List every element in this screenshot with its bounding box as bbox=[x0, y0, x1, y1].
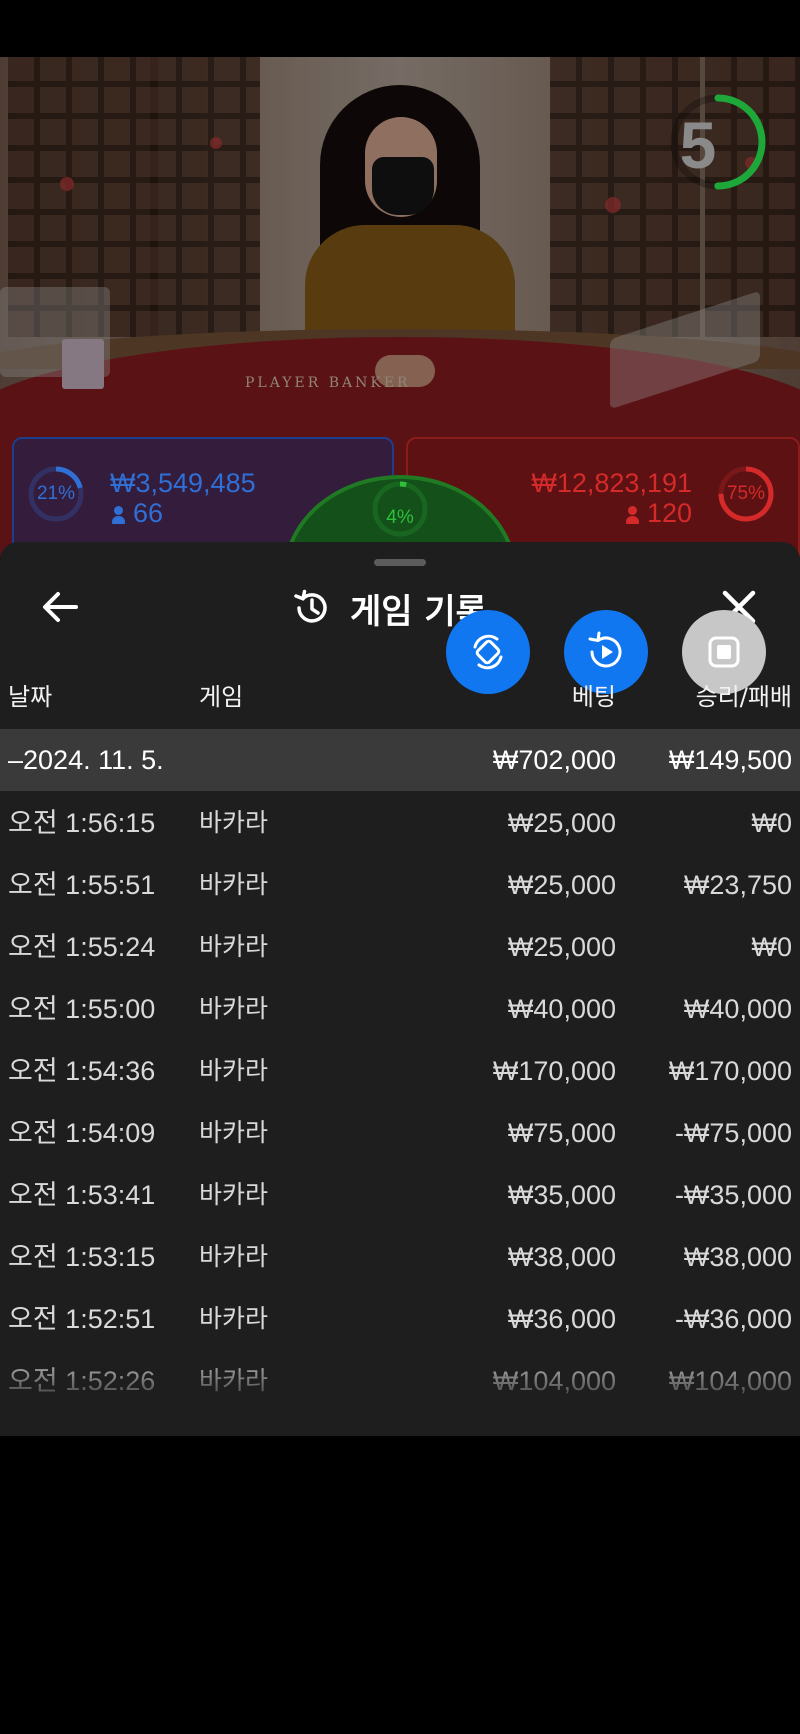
column-header-result: 승리/패배 bbox=[695, 683, 792, 711]
row-bet: ₩35,000 bbox=[507, 1180, 616, 1210]
live-video: PLAYER BANKER 5 21% ₩3,549,485 66 ₩12,82… bbox=[0, 57, 800, 557]
row-bet: ₩25,000 bbox=[507, 870, 616, 900]
row-result: ₩0 bbox=[751, 808, 793, 838]
countdown-number: 5 bbox=[679, 108, 717, 182]
drag-handle[interactable] bbox=[374, 559, 426, 566]
player-bet-amount: ₩3,549,485 bbox=[110, 468, 256, 498]
row-game: 바카라 bbox=[199, 1242, 269, 1271]
row-result: ₩0 bbox=[751, 932, 793, 962]
back-button[interactable] bbox=[36, 582, 86, 632]
row-result: ₩170,000 bbox=[668, 1056, 792, 1086]
row-bet: ₩75,000 bbox=[507, 1118, 616, 1148]
history-list: 오전 1:56:15 바카라 ₩25,000 ₩0 오전 1:55:51 바카라… bbox=[0, 792, 800, 1412]
arrow-left-icon bbox=[43, 592, 78, 622]
row-time: 오전 1:54:36 bbox=[8, 1056, 156, 1086]
row-bet: ₩104,000 bbox=[492, 1366, 616, 1396]
player-percent: 21% bbox=[36, 483, 76, 504]
row-game: 바카라 bbox=[199, 1056, 269, 1085]
row-time: 오전 1:53:15 bbox=[8, 1242, 156, 1272]
person-icon bbox=[112, 506, 125, 524]
row-result: -₩36,000 bbox=[674, 1304, 792, 1334]
row-game: 바카라 bbox=[199, 808, 269, 837]
row-time: 오전 1:55:24 bbox=[8, 932, 156, 962]
history-row[interactable]: 오전 1:56:15 바카라 ₩25,000 ₩0 bbox=[0, 792, 800, 854]
history-row[interactable]: 오전 1:52:26 바카라 ₩104,000 ₩104,000 bbox=[0, 1350, 800, 1412]
column-header-bet: 베팅 bbox=[571, 683, 616, 711]
row-result: -₩35,000 bbox=[674, 1180, 792, 1210]
row-result: ₩104,000 bbox=[668, 1366, 792, 1396]
history-row[interactable]: 오전 1:54:36 바카라 ₩170,000 ₩170,000 bbox=[0, 1040, 800, 1102]
replay-icon bbox=[588, 631, 622, 668]
row-game: 바카라 bbox=[199, 870, 269, 899]
game-history-sheet: 게임 기록 날짜 게임 베팅 승리/패배 –2024. 11. 5. ₩702,… bbox=[0, 542, 800, 1436]
player-count: 66 bbox=[112, 499, 163, 528]
row-result: ₩38,000 bbox=[683, 1242, 792, 1272]
row-result: ₩40,000 bbox=[683, 994, 792, 1024]
row-game: 바카라 bbox=[199, 932, 269, 961]
history-row[interactable]: 오전 1:55:00 바카라 ₩40,000 ₩40,000 bbox=[0, 978, 800, 1040]
row-time: 오전 1:56:15 bbox=[8, 808, 156, 838]
history-icon bbox=[294, 589, 327, 623]
row-time: 오전 1:54:09 bbox=[8, 1118, 156, 1148]
history-row[interactable]: 오전 1:54:09 바카라 ₩75,000 -₩75,000 bbox=[0, 1102, 800, 1164]
history-row[interactable]: 오전 1:55:51 바카라 ₩25,000 ₩23,750 bbox=[0, 854, 800, 916]
row-result: ₩23,750 bbox=[683, 870, 792, 900]
group-bet-total: ₩702,000 bbox=[492, 745, 616, 775]
player-count-value: 66 bbox=[133, 498, 164, 528]
row-bet: ₩170,000 bbox=[492, 1056, 616, 1086]
tie-percent: 4% bbox=[386, 507, 414, 528]
row-time: 오전 1:52:26 bbox=[8, 1366, 156, 1396]
date-group-row[interactable]: –2024. 11. 5. ₩702,000 ₩149,500 bbox=[0, 729, 800, 791]
row-bet: ₩40,000 bbox=[507, 994, 616, 1024]
person-icon bbox=[625, 506, 639, 524]
history-row[interactable]: 오전 1:52:51 바카라 ₩36,000 -₩36,000 bbox=[0, 1288, 800, 1350]
banker-count-value: 120 bbox=[646, 498, 692, 528]
row-game: 바카라 bbox=[199, 1118, 269, 1147]
row-time: 오전 1:55:00 bbox=[8, 994, 156, 1024]
row-bet: ₩25,000 bbox=[507, 932, 616, 962]
group-result-total: ₩149,500 bbox=[668, 745, 792, 775]
banker-count: 120 bbox=[625, 498, 692, 528]
rotate-button[interactable] bbox=[446, 610, 530, 694]
row-time: 오전 1:53:41 bbox=[8, 1180, 156, 1210]
column-header-game: 게임 bbox=[199, 683, 244, 711]
row-game: 바카라 bbox=[199, 1304, 269, 1333]
row-time: 오전 1:52:51 bbox=[8, 1304, 156, 1334]
banker-percent: 75% bbox=[726, 483, 766, 504]
row-game: 바카라 bbox=[199, 1180, 269, 1209]
history-row[interactable]: 오전 1:53:15 바카라 ₩38,000 ₩38,000 bbox=[0, 1226, 800, 1288]
column-header-date: 날짜 bbox=[8, 683, 53, 711]
row-game: 바카라 bbox=[199, 1366, 269, 1395]
row-result: -₩75,000 bbox=[674, 1118, 792, 1148]
row-time: 오전 1:55:51 bbox=[8, 870, 156, 900]
row-bet: ₩36,000 bbox=[507, 1304, 616, 1334]
stop-icon bbox=[708, 636, 740, 668]
banker-bet-amount: ₩12,823,191 bbox=[531, 468, 692, 498]
group-date: –2024. 11. 5. bbox=[8, 745, 164, 775]
row-bet: ₩25,000 bbox=[507, 808, 616, 838]
row-game: 바카라 bbox=[199, 994, 269, 1023]
history-row[interactable]: 오전 1:53:41 바카라 ₩35,000 -₩35,000 bbox=[0, 1164, 800, 1226]
history-row[interactable]: 오전 1:55:24 바카라 ₩25,000 ₩0 bbox=[0, 916, 800, 978]
rotate-icon bbox=[473, 634, 503, 670]
row-bet: ₩38,000 bbox=[507, 1242, 616, 1272]
